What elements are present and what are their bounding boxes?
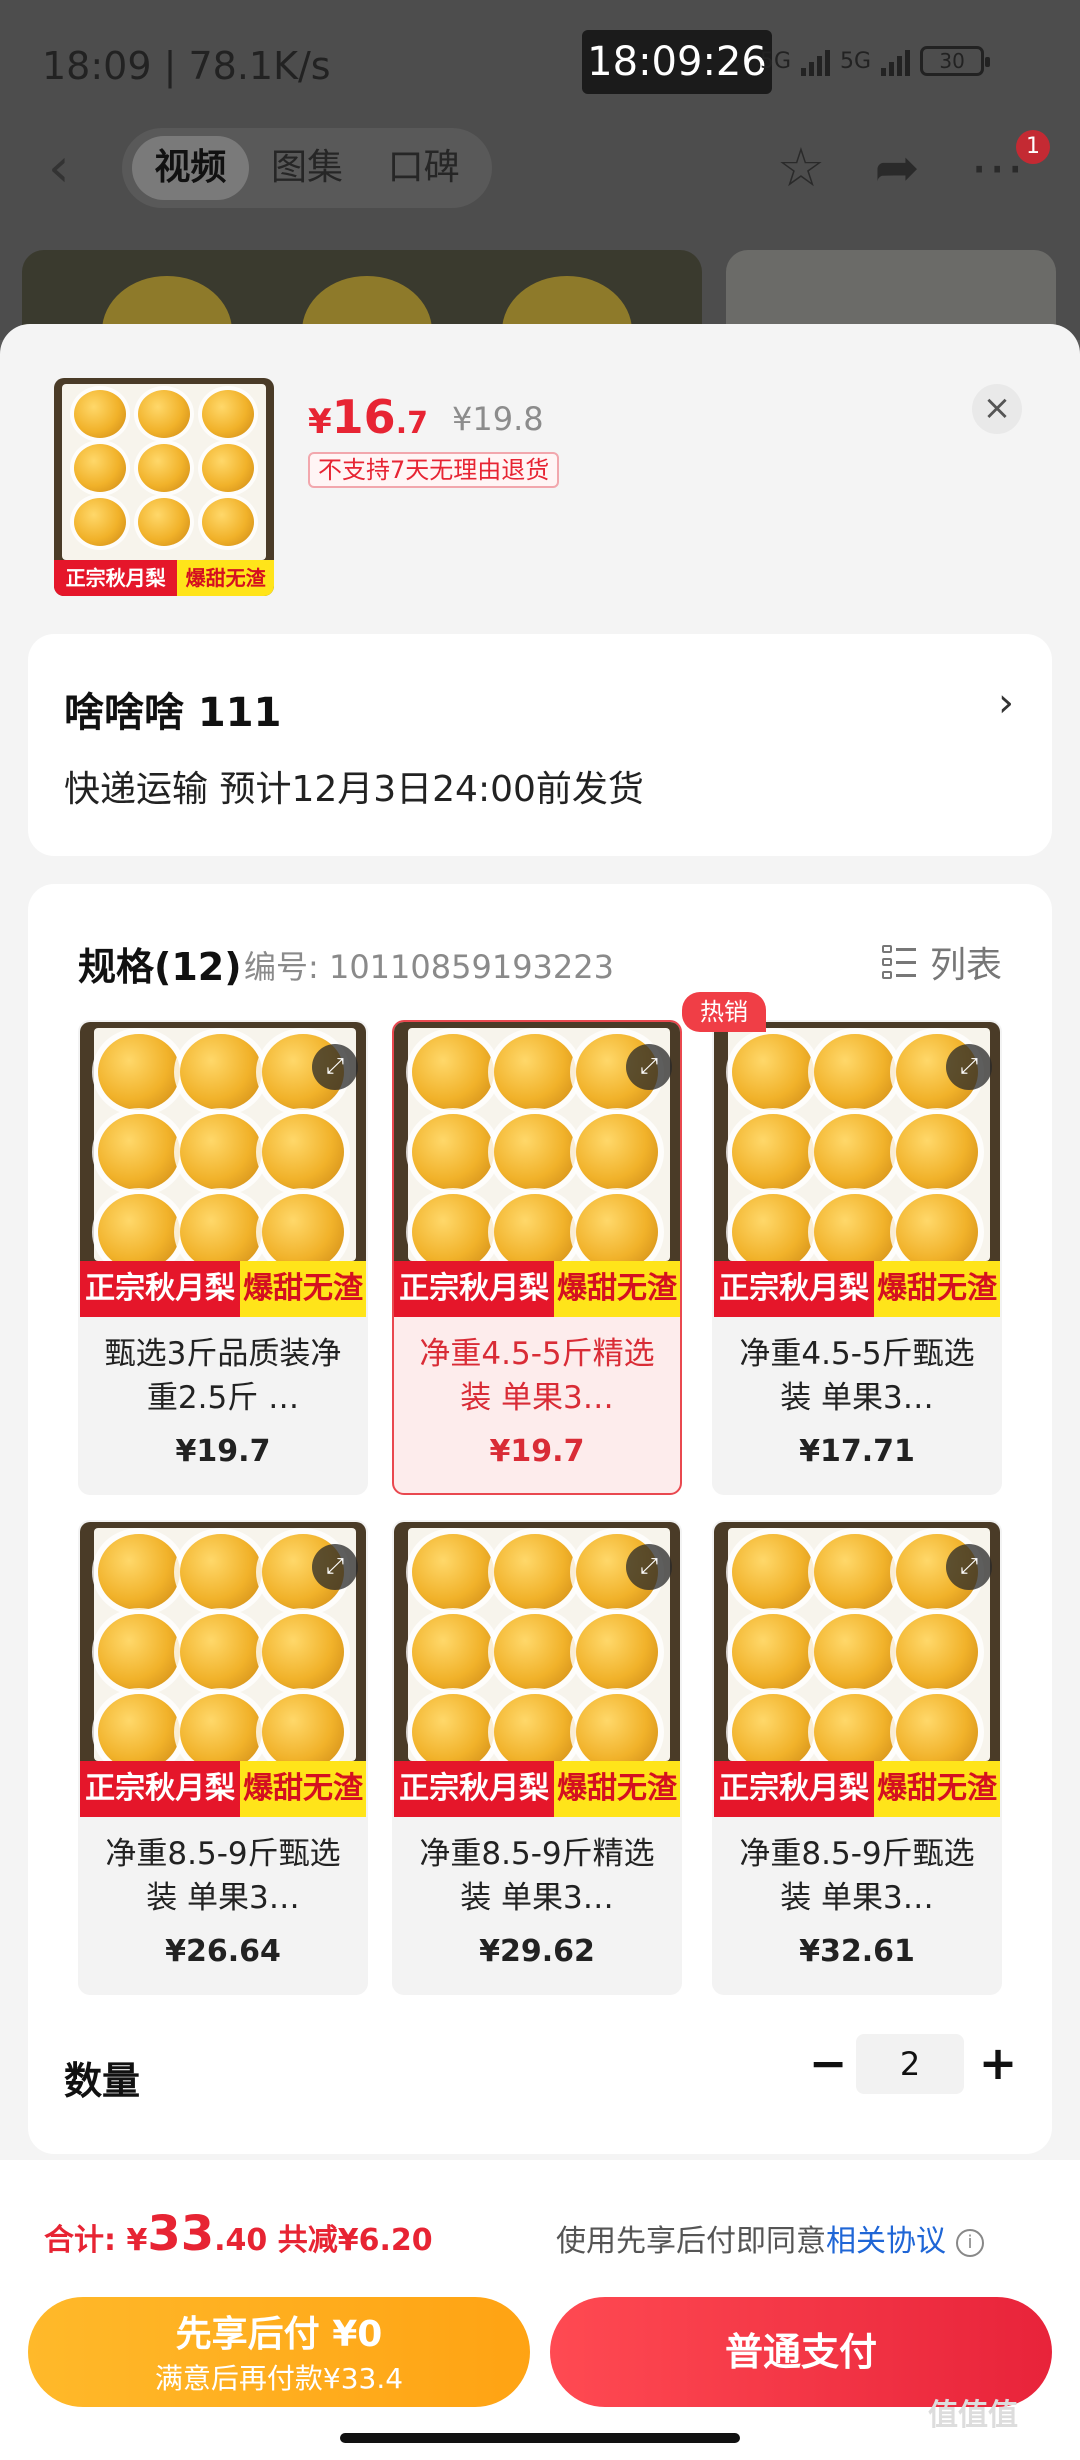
- sku-image-banner: 正宗秋月梨 爆甜无渣: [714, 1261, 1000, 1317]
- status-indicators: 5G 5G 30: [760, 46, 991, 76]
- sku-option[interactable]: ⤢ 正宗秋月梨 爆甜无渣甄选3斤品质装净重2.5斤 … ¥19.7: [78, 1020, 368, 1495]
- quantity-plus-button[interactable]: +: [968, 2034, 1028, 2094]
- agreement-text: 使用先享后付即同意相关协议 i: [556, 2216, 984, 2260]
- zoom-expand-icon[interactable]: ⤢: [312, 1044, 358, 1090]
- info-icon[interactable]: i: [956, 2228, 984, 2257]
- spec-card: 规格(12) 编号: 10110859193223 列表 热销 ⤢ 正宗秋月梨 爆甜…: [28, 884, 1052, 2154]
- product-code: 编号: 10110859193223: [244, 948, 614, 986]
- thumbnail-banner: 正宗秋月梨 爆甜无渣: [54, 560, 274, 596]
- sku-image: ⤢ 正宗秋月梨 爆甜无渣: [714, 1522, 1000, 1817]
- sku-option[interactable]: ⤢ 正宗秋月梨 爆甜无渣净重8.5-9斤甄选装 单果3… ¥26.64: [78, 1520, 368, 1995]
- original-price: ¥19.8: [452, 400, 544, 438]
- total-price: 合计: ¥33.40 共减¥6.20: [44, 2206, 433, 2262]
- zoom-expand-icon[interactable]: ⤢: [946, 1044, 992, 1090]
- product-thumbnail[interactable]: 正宗秋月梨 爆甜无渣: [54, 378, 274, 596]
- sku-title: 净重8.5-9斤甄选装 单果3…: [105, 1836, 341, 1916]
- discount-amount: 共减¥6.20: [267, 2223, 433, 2258]
- no-return-tag: 不支持7天无理由退货: [308, 452, 560, 488]
- sku-image-banner: 正宗秋月梨 爆甜无渣: [394, 1261, 680, 1317]
- sku-title: 净重4.5-5斤精选装 单果3…: [419, 1336, 655, 1416]
- hot-badge: 热销: [682, 992, 766, 1032]
- media-tab-switcher: 视频 图集 口碑: [122, 128, 492, 208]
- sku-image: ⤢ 正宗秋月梨 爆甜无渣: [394, 1522, 680, 1817]
- sku-price: ¥19.7: [175, 1434, 271, 1469]
- watermark: 值值值: [928, 2398, 1018, 2433]
- signal-icon: [801, 46, 831, 76]
- sku-title: 甄选3斤品质装净重2.5斤 …: [104, 1336, 342, 1416]
- sku-image-banner: 正宗秋月梨 爆甜无渣: [394, 1761, 680, 1817]
- chevron-right-icon[interactable]: ›: [998, 680, 1014, 726]
- sku-image-banner: 正宗秋月梨 爆甜无渣: [714, 1761, 1000, 1817]
- sku-option[interactable]: ⤢ 正宗秋月梨 爆甜无渣净重4.5-5斤甄选装 单果3… ¥17.71: [712, 1020, 1002, 1495]
- tab-reviews[interactable]: 口碑: [365, 136, 482, 200]
- sku-title: 净重4.5-5斤甄选装 单果3…: [739, 1336, 975, 1416]
- sku-image-banner: 正宗秋月梨 爆甜无渣: [80, 1761, 366, 1817]
- address-card[interactable]: 啥啥啥 111 › 快递运输 预计12月3日24:00前发货: [28, 634, 1052, 856]
- quantity-value[interactable]: 2: [856, 2034, 964, 2094]
- tab-gallery[interactable]: 图集: [249, 136, 366, 200]
- agreement-link[interactable]: 相关协议: [826, 2224, 946, 2259]
- sku-option[interactable]: ⤢ 正宗秋月梨 爆甜无渣净重8.5-9斤甄选装 单果3… ¥32.61: [712, 1520, 1002, 1995]
- star-favorite-icon[interactable]: ☆: [766, 136, 836, 200]
- zoom-expand-icon[interactable]: ⤢: [626, 1044, 672, 1090]
- list-view-toggle[interactable]: 列表: [881, 936, 1002, 988]
- sku-title: 净重8.5-9斤甄选装 单果3…: [739, 1836, 975, 1916]
- sku-price: ¥26.64: [165, 1934, 281, 1969]
- home-indicator[interactable]: [340, 2433, 740, 2443]
- product-header: 正宗秋月梨 爆甜无渣 ¥16.7 ¥19.8 不支持7天无理由退货 ×: [0, 324, 1080, 624]
- background-page: 18:09 | 78.1K/s 18:09:26 5G 5G 30 ‹ 视频 图…: [0, 0, 1080, 360]
- sku-price: ¥29.62: [479, 1934, 595, 1969]
- sku-price: ¥19.7: [489, 1434, 585, 1469]
- pay-later-button[interactable]: 先享后付 ¥0 满意后再付款¥33.4: [28, 2297, 530, 2407]
- zoom-expand-icon[interactable]: ⤢: [312, 1544, 358, 1590]
- sku-bottom-sheet: 正宗秋月梨 爆甜无渣 ¥16.7 ¥19.8 不支持7天无理由退货 × 啥啥啥 …: [0, 324, 1080, 2460]
- sku-image-banner: 正宗秋月梨 爆甜无渣: [80, 1261, 366, 1317]
- status-time-speed: 18:09 | 78.1K/s: [42, 44, 331, 88]
- sku-price: ¥32.61: [799, 1934, 915, 1969]
- top-nav: ‹ 视频 图集 口碑 ☆ ➦ ⋯: [0, 128, 1080, 208]
- shipping-estimate: 快递运输 预计12月3日24:00前发货: [64, 769, 644, 810]
- clock-overlay: 18:09:26: [582, 30, 772, 94]
- back-arrow-icon[interactable]: ‹: [48, 141, 88, 195]
- sku-image: ⤢ 正宗秋月梨 爆甜无渣: [394, 1022, 680, 1317]
- list-icon: [881, 945, 916, 979]
- share-icon[interactable]: ➦: [862, 136, 932, 200]
- net-label-1: 5G: [760, 48, 792, 74]
- quantity-minus-button[interactable]: −: [798, 2034, 858, 2094]
- quantity-label: 数量: [64, 2059, 141, 2103]
- notification-badge: 1: [1016, 130, 1050, 164]
- net-label-2: 5G: [840, 48, 872, 74]
- sku-option[interactable]: ⤢ 正宗秋月梨 爆甜无渣净重4.5-5斤精选装 单果3… ¥19.7: [392, 1020, 682, 1495]
- sku-image: ⤢ 正宗秋月梨 爆甜无渣: [80, 1022, 366, 1317]
- signal-icon-2: [881, 46, 911, 76]
- zoom-expand-icon[interactable]: ⤢: [946, 1544, 992, 1590]
- status-bar: 18:09 | 78.1K/s 18:09:26 5G 5G 30: [0, 0, 1080, 130]
- sku-price: ¥17.71: [799, 1434, 915, 1469]
- current-price: ¥16.7: [308, 390, 428, 444]
- sku-image: ⤢ 正宗秋月梨 爆甜无渣: [80, 1522, 366, 1817]
- spec-title: 规格(12): [78, 945, 242, 989]
- checkout-footer: 合计: ¥33.40 共减¥6.20 使用先享后付即同意相关协议 i 先享后付 ¥…: [0, 2160, 1080, 2460]
- receiver-name: 啥啥啥 111: [64, 690, 282, 736]
- sku-option[interactable]: ⤢ 正宗秋月梨 爆甜无渣净重8.5-9斤精选装 单果3… ¥29.62: [392, 1520, 682, 1995]
- tab-video[interactable]: 视频: [132, 136, 249, 200]
- sku-image: ⤢ 正宗秋月梨 爆甜无渣: [714, 1022, 1000, 1317]
- sku-title: 净重8.5-9斤精选装 单果3…: [419, 1836, 655, 1916]
- list-view-label: 列表: [929, 945, 1002, 986]
- battery-icon: 30: [920, 46, 991, 76]
- zoom-expand-icon[interactable]: ⤢: [626, 1544, 672, 1590]
- close-icon[interactable]: ×: [972, 384, 1022, 434]
